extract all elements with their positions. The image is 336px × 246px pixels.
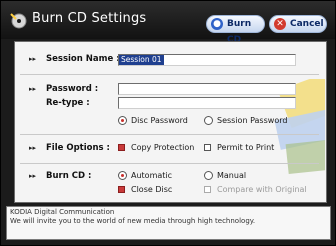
disc-password-label: Disc Password: [131, 116, 188, 125]
section-bullet-icon: ▸▸: [29, 172, 37, 180]
session-name-input[interactable]: Session 01: [118, 54, 296, 66]
session-name-label: Session Name :: [46, 54, 120, 64]
divider: [20, 163, 319, 164]
radio-unselected-icon: [204, 171, 213, 180]
cancel-button[interactable]: ✕ Cancel: [269, 15, 327, 33]
session-password-label: Session Password: [217, 116, 288, 125]
footer-info: KODIA Digital Communication We will invi…: [6, 206, 331, 240]
compare-with-original-label: Compare with Original: [217, 185, 307, 194]
company-name: KODIA Digital Communication: [10, 208, 115, 216]
section-bullet-icon: ▸▸: [29, 85, 37, 93]
burn-disc-icon: ●: [211, 18, 223, 30]
manual-radio[interactable]: Manual: [204, 171, 264, 181]
radio-unselected-icon: [204, 116, 213, 125]
checkbox-unchecked-icon: [204, 144, 211, 151]
burn-cd-settings-window: Burn CD Settings ● Burn CD ✕ Cancel ▸▸ S…: [0, 0, 336, 246]
close-disc-checkbox[interactable]: Close Disc: [118, 185, 188, 195]
section-bullet-icon: ▸▸: [29, 144, 37, 152]
close-disc-label: Close Disc: [131, 185, 173, 194]
checkbox-unchecked-icon: [204, 186, 211, 193]
company-slogan: We will invite you to the world of new m…: [10, 216, 256, 225]
checkbox-checked-icon: [118, 144, 125, 151]
window-title: Burn CD Settings: [32, 11, 147, 26]
password-label: Password :: [46, 84, 99, 94]
cancel-button-label: Cancel: [290, 19, 324, 29]
divider: [20, 134, 319, 135]
password-input[interactable]: [118, 83, 296, 95]
radio-selected-icon: [118, 116, 127, 125]
session-password-radio[interactable]: Session Password: [204, 116, 294, 126]
disc-password-radio[interactable]: Disc Password: [118, 116, 198, 126]
automatic-label: Automatic: [131, 171, 173, 180]
title-bar[interactable]: Burn CD Settings ● Burn CD ✕ Cancel: [1, 1, 335, 45]
radio-selected-icon: [118, 171, 127, 180]
permit-to-print-label: Permit to Print: [217, 143, 275, 152]
retype-field[interactable]: [119, 98, 295, 108]
copy-protection-label: Copy Protection: [131, 143, 195, 152]
permit-to-print-checkbox[interactable]: Permit to Print: [204, 143, 284, 153]
automatic-radio[interactable]: Automatic: [118, 171, 188, 181]
retype-label: Re-type :: [46, 98, 90, 108]
divider: [20, 74, 319, 75]
file-options-label: File Options :: [46, 143, 110, 153]
burn-cd-button[interactable]: ● Burn CD: [206, 15, 265, 45]
session-name-value: Session 01: [119, 55, 164, 65]
copy-protection-checkbox[interactable]: Copy Protection: [118, 143, 198, 153]
manual-label: Manual: [217, 171, 247, 180]
checkbox-checked-icon: [118, 186, 125, 193]
close-icon: ✕: [274, 18, 286, 30]
cd-burn-icon: [10, 13, 27, 29]
compare-with-original-checkbox[interactable]: Compare with Original: [204, 185, 307, 195]
password-field[interactable]: [119, 84, 295, 94]
burn-cd-label: Burn CD :: [46, 171, 92, 181]
retype-input[interactable]: [118, 97, 296, 109]
section-bullet-icon: ▸▸: [29, 55, 37, 63]
